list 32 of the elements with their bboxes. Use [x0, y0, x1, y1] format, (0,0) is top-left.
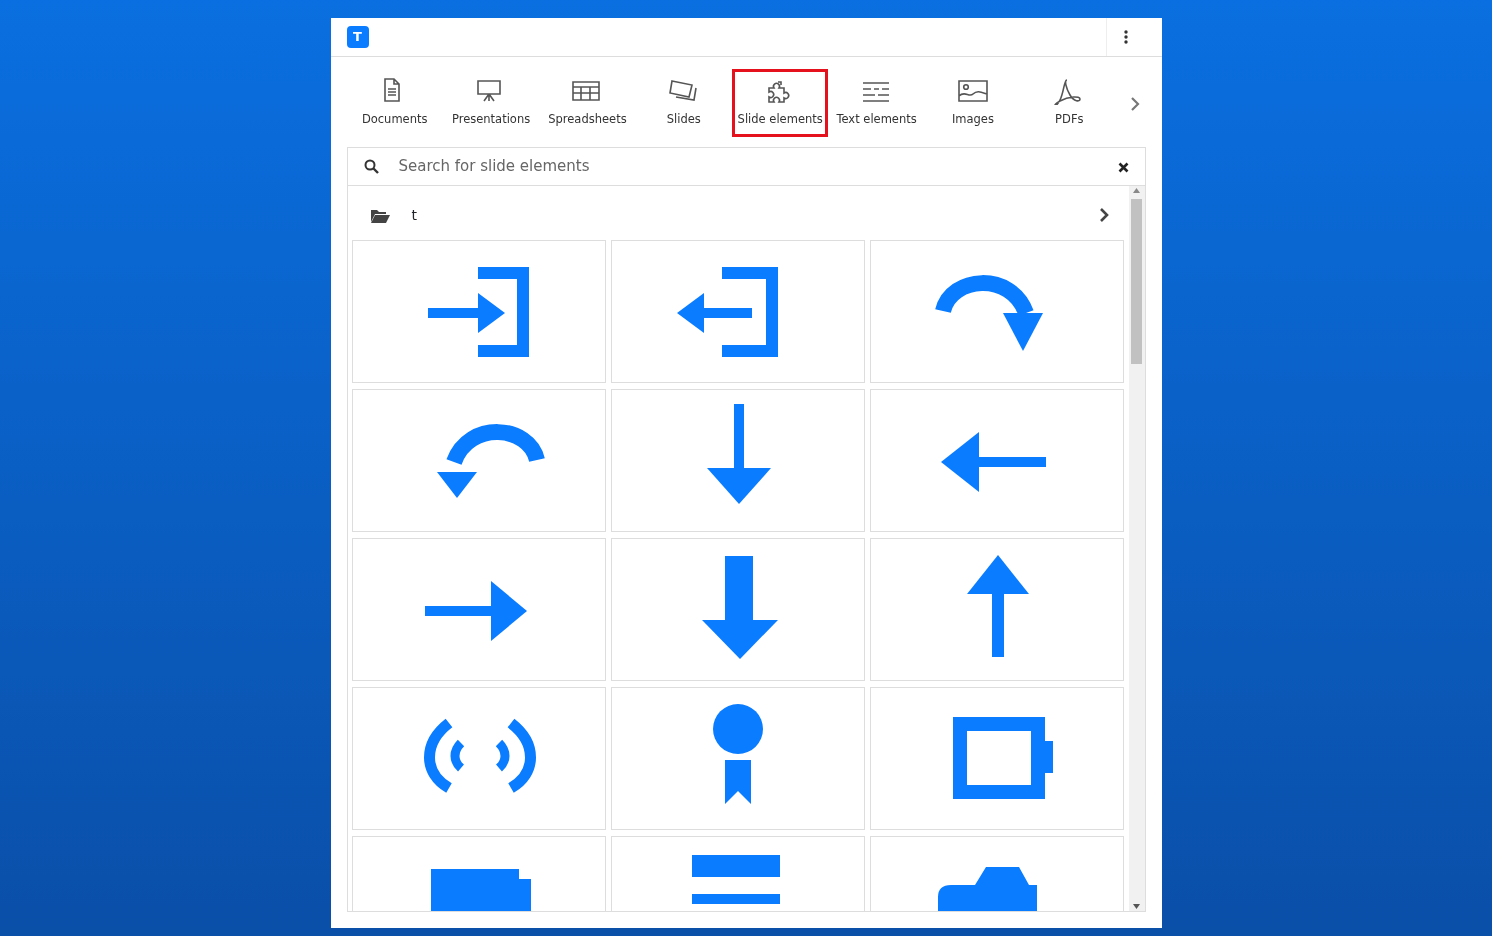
- scroll-up-arrow-icon[interactable]: [1133, 188, 1140, 193]
- slide-element-tile[interactable]: [869, 240, 1124, 383]
- slide-element-tile[interactable]: [869, 538, 1124, 681]
- close-icon: [1117, 161, 1129, 173]
- category-tab[interactable]: Text elements: [828, 69, 925, 137]
- chevron-right-icon[interactable]: [1098, 207, 1109, 223]
- category-tab[interactable]: Presentations: [442, 69, 540, 137]
- slide-element-tile[interactable]: [610, 687, 865, 830]
- category-tab[interactable]: Images: [924, 69, 1022, 137]
- category-tab[interactable]: PDFs: [1021, 69, 1118, 137]
- slide-element-tile[interactable]: [610, 389, 865, 532]
- folder-icon: [369, 207, 390, 223]
- category-tab[interactable]: Slide elements: [732, 69, 829, 137]
- slide-element-tile[interactable]: [351, 538, 606, 681]
- category-tab[interactable]: Documents: [346, 69, 443, 137]
- slide-element-tile[interactable]: [610, 240, 865, 383]
- category-tab[interactable]: Slides: [635, 69, 732, 137]
- slide-element-tile[interactable]: [869, 389, 1124, 532]
- slide-element-tile[interactable]: [869, 687, 1124, 830]
- scrollbar-thumb[interactable]: [1131, 199, 1142, 364]
- scrollbar[interactable]: [1128, 186, 1145, 911]
- slide-element-tile[interactable]: [610, 538, 865, 681]
- folder-name: t: [411, 205, 417, 225]
- slide-element-tile[interactable]: [351, 240, 606, 383]
- app-logo: T: [346, 26, 369, 48]
- slide-element-tile[interactable]: [351, 389, 606, 532]
- chevron-right-icon: [1129, 95, 1140, 112]
- category-tab[interactable]: Spreadsheets: [539, 69, 636, 137]
- more-icon: [1124, 30, 1128, 44]
- scroll-down-arrow-icon[interactable]: [1133, 904, 1140, 909]
- slide-element-tile[interactable]: [351, 687, 606, 830]
- search-icon: [363, 159, 379, 174]
